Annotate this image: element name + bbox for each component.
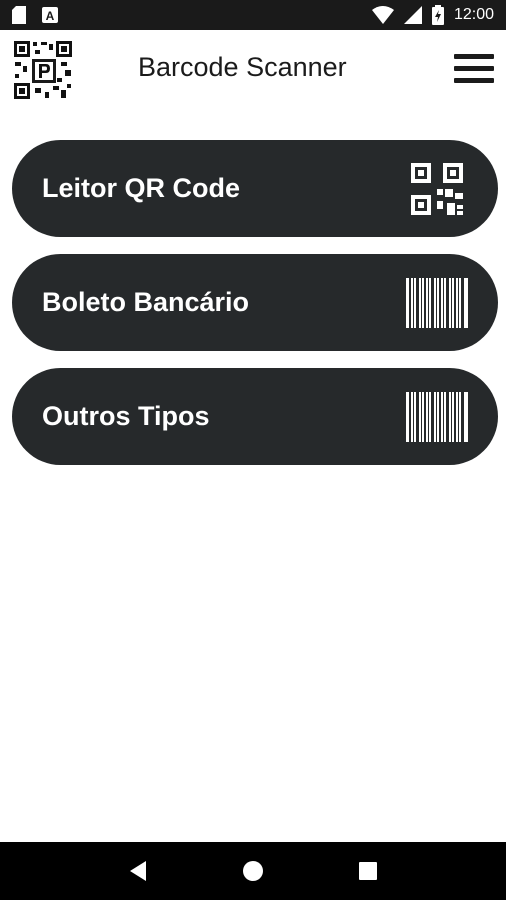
status-bar: A 12:00	[0, 0, 506, 30]
navigation-bar	[0, 842, 506, 900]
scan-button-label: Leitor QR Code	[42, 173, 241, 203]
qr-code-icon	[406, 162, 468, 215]
status-time: 12:00	[453, 6, 494, 23]
scan-options: Leitor QR Code Boleto Bancário Outros Ti…	[12, 140, 498, 482]
status-left: A	[12, 6, 58, 24]
wifi-icon	[371, 6, 394, 24]
app-bar: Barcode Scanner	[0, 30, 506, 110]
status-right: 12:00	[371, 5, 494, 25]
home-icon[interactable]	[233, 851, 273, 891]
menu-line	[454, 53, 494, 59]
a-badge-icon: A	[42, 7, 58, 23]
battery-icon	[431, 5, 444, 25]
signal-icon	[403, 6, 422, 24]
back-icon[interactable]	[118, 851, 158, 891]
recents-icon[interactable]	[348, 851, 388, 891]
bank-slip-button[interactable]: Boleto Bancário	[12, 254, 498, 351]
menu-line	[454, 77, 494, 83]
hamburger-menu-icon[interactable]	[454, 48, 494, 88]
sd-card-icon	[12, 6, 26, 24]
menu-line	[454, 65, 494, 71]
app-title: Barcode Scanner	[138, 52, 347, 82]
qr-code-reader-button[interactable]: Leitor QR Code	[12, 140, 498, 237]
scan-button-label: Boleto Bancário	[42, 287, 250, 317]
barcode-icon	[406, 391, 468, 442]
barcode-icon	[406, 277, 468, 328]
svg-text:A: A	[46, 9, 55, 23]
other-types-button[interactable]: Outros Tipos	[12, 368, 498, 465]
qr-logo-icon[interactable]	[13, 40, 73, 100]
scan-button-label: Outros Tipos	[42, 401, 210, 431]
